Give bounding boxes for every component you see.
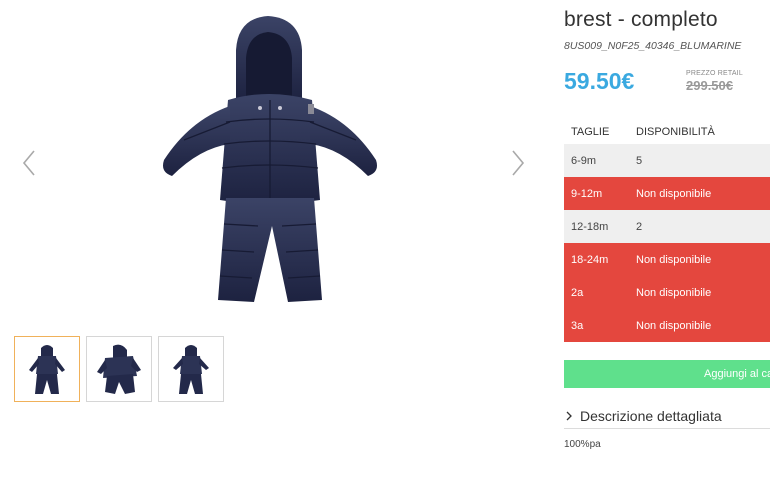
- availability-value: Non disponibile: [636, 319, 712, 332]
- size-label: 3a: [571, 319, 584, 332]
- main-product-image: [150, 10, 390, 310]
- add-to-cart-button[interactable]: Aggiungi al ca: [564, 360, 770, 388]
- chevron-right-icon: [512, 150, 525, 176]
- retail-price-label: PREZZO RETAIL: [686, 70, 743, 77]
- size-row-12-18m[interactable]: 12-18m 2: [564, 210, 770, 243]
- description-toggle[interactable]: Descrizione dettagliata: [564, 404, 770, 429]
- size-column-header: TAGLIE: [571, 126, 610, 138]
- size-label: 9-12m: [571, 187, 603, 200]
- availability-value: Non disponibile: [636, 187, 712, 200]
- snowsuit-back-thumb: [173, 345, 209, 394]
- thumbnail-front[interactable]: [14, 336, 80, 402]
- availability-value: 2: [636, 220, 643, 233]
- snowsuit-side-thumb: [97, 344, 141, 394]
- availability-column-header: DISPONIBILITÀ: [636, 126, 715, 138]
- thumbnail-back[interactable]: [158, 336, 224, 402]
- chevron-right-icon: [564, 410, 576, 422]
- retail-price: 299.50€: [686, 78, 733, 93]
- next-image-arrow[interactable]: [505, 148, 529, 178]
- snowsuit-image: [163, 16, 377, 302]
- thumbnail-strip: [14, 336, 224, 402]
- availability-value: 5: [636, 154, 643, 167]
- size-row-2a[interactable]: 2a Non disponibile: [564, 276, 770, 309]
- chevron-left-icon: [22, 150, 35, 176]
- description-toggle-label: Descrizione dettagliata: [580, 408, 722, 424]
- description-text: 100%pa: [564, 439, 601, 450]
- size-table-header: TAGLIE DISPONIBILITÀ: [564, 120, 770, 144]
- size-label: 2a: [571, 286, 584, 299]
- add-to-cart-label: Aggiungi al ca: [704, 368, 770, 380]
- size-label: 6-9m: [571, 154, 597, 167]
- product-sku: 8US009_N0F25_40346_BLUMARINE: [564, 40, 742, 52]
- size-row-9-12m[interactable]: 9-12m Non disponibile: [564, 177, 770, 210]
- product-title: brest - completo: [564, 8, 718, 31]
- size-row-3a[interactable]: 3a Non disponibile: [564, 309, 770, 342]
- size-row-6-9m[interactable]: 6-9m 5: [564, 144, 770, 177]
- previous-image-arrow[interactable]: [18, 148, 42, 178]
- product-gallery: [0, 0, 545, 477]
- availability-value: Non disponibile: [636, 253, 712, 266]
- size-availability-table: TAGLIE DISPONIBILITÀ 6-9m 5 9-12m Non di…: [564, 120, 770, 342]
- size-row-18-24m[interactable]: 18-24m Non disponibile: [564, 243, 770, 276]
- product-price: 59.50€: [564, 68, 635, 94]
- snowsuit-front-thumb: [29, 345, 65, 394]
- product-info-panel: brest - completo 8US009_N0F25_40346_BLUM…: [564, 0, 770, 477]
- availability-value: Non disponibile: [636, 286, 712, 299]
- thumbnail-side[interactable]: [86, 336, 152, 402]
- size-label: 18-24m: [571, 253, 609, 266]
- size-label: 12-18m: [571, 220, 609, 233]
